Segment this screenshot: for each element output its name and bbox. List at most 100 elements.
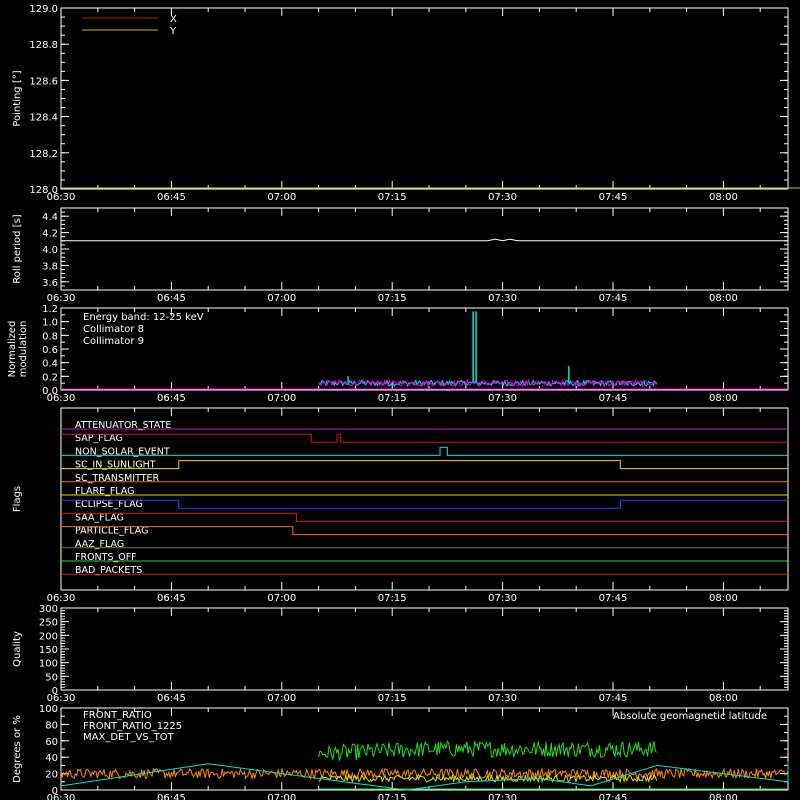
flag-line-eclipse_flag [61,499,788,509]
modulation-xtick-label: 06:45 [157,393,186,404]
quality-ytick-label: 150 [39,645,58,656]
ratios-ytick-label: 100 [39,704,58,715]
roll-xtick-label: 06:30 [47,293,76,304]
pointing-ytick-label: 128.6 [29,76,58,87]
modulation-ylabel: modulation [18,321,29,378]
chart-figure: 06:30 06:45 07:00 07:15 07:30 07:45 08:00 128.0… [7,4,800,800]
roll-ytick-label: 3.6 [42,278,58,289]
flags-xtick-label: 07:00 [267,593,296,604]
ratios-series-front_ratio_1225 [318,740,657,762]
flags-xtick-label: 07:45 [599,593,628,604]
ratios-legend-label: FRONT_RATIO_1225 [83,721,182,732]
quality-ytick-label: 250 [39,618,58,629]
flags-frame [60,407,789,591]
modulation-ytick-label: 0.6 [42,345,58,356]
flag-line-non_solar_event [61,446,788,456]
ratios-ylabel: Degrees or % [12,715,23,783]
roll-series [61,238,788,242]
ratios-ytick-label: 40 [45,753,58,764]
modulation-ytick-label: 0.8 [42,331,58,342]
modulation-xtick-label: 07:15 [378,393,407,404]
flags-xtick-label: 08:00 [709,593,738,604]
quality-xtick-label: 08:00 [709,693,738,704]
pointing-ytick-label: 128.0 [29,185,58,196]
pointing-xtick-label: 07:15 [378,192,407,203]
ratios-xtick-label: 07:00 [267,793,296,800]
ratios-xtick-label: 08:00 [709,793,738,800]
modulation-ytick-label: 0.4 [42,359,58,370]
flag-label-saa_flag: SAA_FLAG [75,512,124,523]
roll-xtick-label: 07:15 [378,293,407,304]
ratios-xtick-label: 07:15 [378,793,407,800]
roll-xtick-label: 06:45 [157,293,186,304]
modulation-xtick-label: 07:00 [267,393,296,404]
flags-xtick-label: 07:15 [378,593,407,604]
pointing-ylabel: Pointing [°] [12,70,23,126]
flag-line-sap_flag [61,433,788,443]
pointing-ytick-label: 128.8 [29,40,58,51]
pointing-legend-label: X [170,14,177,25]
figure: 06:30 06:45 07:00 07:15 07:30 07:45 08:00 128.0… [0,0,800,800]
pointing-xtick-label: 07:30 [488,192,517,203]
modulation-xtick-label: 07:30 [488,393,517,404]
flag-label-particle_flag: PARTICLE_FLAG [75,526,148,537]
ratios-legend-label: MAX_DET_VS_TOT [83,732,175,743]
quality-ylabel: Quality [12,631,23,667]
quality-xtick-label: 07:45 [599,693,628,704]
modulation-ylabel: Normalized [7,321,18,378]
modulation-ytick-label: 0.0 [42,386,58,397]
quality-xtick-label: 07:00 [267,693,296,704]
roll-ytick-label: 3.8 [42,261,58,272]
ratios-ytick-label: 60 [45,737,58,748]
flags-xtick-label: 06:45 [157,593,186,604]
roll-ytick-label: 4.0 [42,245,58,256]
quality-ytick-label: 300 [39,604,58,615]
flag-label-sap_flag: SAP_FLAG [75,433,123,444]
modulation-ytick-label: 1.0 [42,318,58,329]
quality-xtick-label: 06:45 [157,693,186,704]
pointing-ytick-label: 128.4 [29,113,58,124]
flag-line-particle_flag [61,526,788,536]
pointing-xtick-label: 08:00 [709,192,738,203]
modulation-ytick-label: 0.2 [42,372,58,383]
quality-frame [60,607,789,691]
ratios-annotation: Absolute geomagnetic latitude [613,711,767,722]
ratios-legend-label: FRONT_RATIO [83,710,152,721]
roll-xtick-label: 07:45 [599,293,628,304]
modulation-xtick-label: 08:00 [709,393,738,404]
flags-xtick-label: 06:30 [47,593,76,604]
pointing-xtick-label: 06:45 [157,192,186,203]
flags-ylabel: Flags [12,486,23,512]
quality-ytick-label: 200 [39,631,58,642]
quality-xtick-label: 07:15 [378,693,407,704]
flags-xtick-label: 07:30 [488,593,517,604]
roll-ytick-label: 4.4 [42,212,58,223]
pointing-ytick-label: 129.0 [29,4,58,15]
quality-ytick-label: 50 [45,672,58,683]
ratios-ytick-label: 20 [45,770,58,781]
quality-ytick-label: 100 [39,659,58,670]
flag-label-eclipse_flag: ECLIPSE_FLAG [75,499,143,510]
roll-ytick-label: 4.2 [42,229,58,240]
modulation-legend-label: Collimator 8 [83,324,144,335]
quality-ytick-label: 0 [52,686,58,697]
pointing-ytick-label: 128.2 [29,149,58,160]
modulation-ytick-label: 1.2 [42,304,58,315]
ratios-xtick-label: 07:30 [488,793,517,800]
roll-ylabel: Roll period [s] [12,214,23,283]
pointing-xtick-label: 07:45 [599,192,628,203]
ratios-ytick-label: 0 [52,786,58,797]
pointing-legend-label: Y [169,26,177,37]
roll-xtick-label: 07:00 [267,293,296,304]
quality-xtick-label: 07:30 [488,693,517,704]
roll-xtick-label: 07:30 [488,293,517,304]
ratios-ytick-label: 80 [45,720,58,731]
roll-frame [60,207,789,291]
flag-line-sc_in_sunlight [61,460,788,470]
flag-line-saa_flag [61,512,788,522]
pointing-xtick-label: 07:00 [267,192,296,203]
modulation-legend-label: Collimator 9 [83,336,144,347]
roll-xtick-label: 08:00 [709,293,738,304]
modulation-xtick-label: 07:45 [599,393,628,404]
ratios-xtick-label: 06:45 [157,793,186,800]
